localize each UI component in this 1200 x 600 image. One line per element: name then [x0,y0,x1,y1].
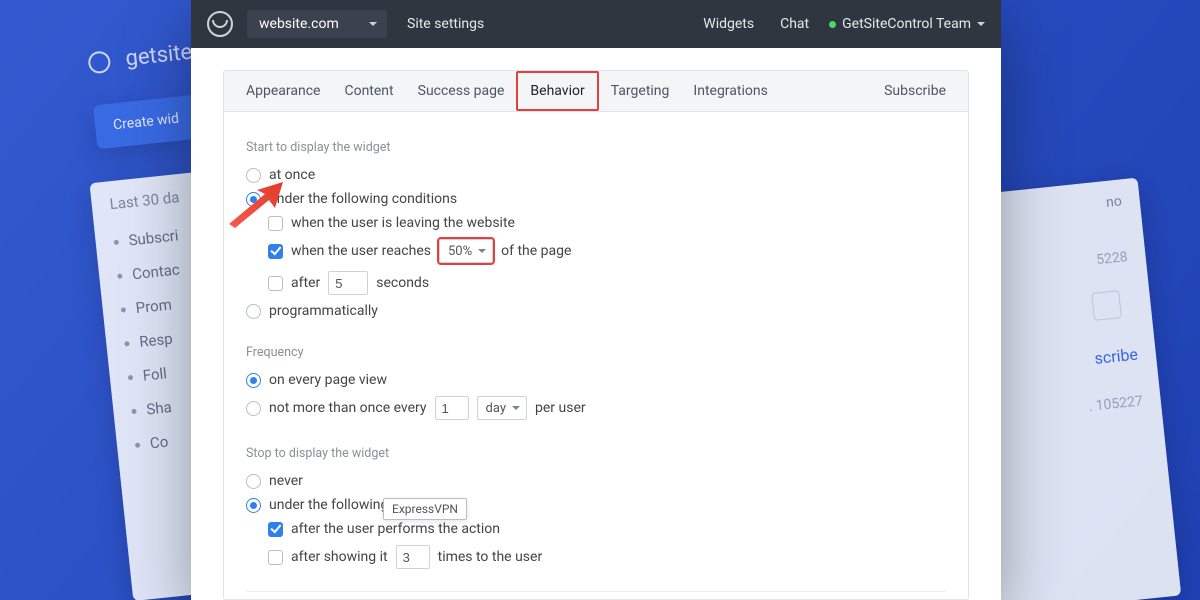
radio-icon [246,401,261,416]
start-at-once[interactable]: at once [246,163,946,187]
section-stop-title: Stop to display the widget [246,446,946,461]
site-dropdown[interactable]: website.com [247,10,387,38]
checkbox-icon [268,276,283,291]
tab-behavior[interactable]: Behavior [516,71,598,111]
start-programmatically[interactable]: programmatically [246,299,946,323]
stop-under-conditions[interactable]: under the following conditions [246,493,946,517]
tab-appearance[interactable]: Appearance [234,71,332,111]
tooltip: ExpressVPN [383,498,467,520]
trash-icon [1091,290,1122,321]
settings-panel: Appearance Content Success page Behavior… [223,70,969,600]
subscribe-link[interactable]: Subscribe [872,71,958,111]
radio-icon [246,498,261,513]
freq-count-input[interactable] [435,396,469,420]
tab-targeting[interactable]: Targeting [599,71,682,111]
scroll-percent-dropdown[interactable]: 50% [439,239,493,263]
team-dropdown[interactable]: GetSiteControl Team [829,16,985,32]
topbar: website.com Site settings Widgets Chat G… [191,0,1001,48]
cond-scroll-percent[interactable]: when the user reaches 50% of the page [246,235,946,267]
freq-every-view[interactable]: on every page view [246,368,946,392]
radio-icon [246,373,261,388]
start-under-conditions[interactable]: under the following conditions [246,187,946,211]
site-settings-link[interactable]: Site settings [401,16,490,32]
section-start-title: Start to display the widget [246,140,946,155]
panel-body: Start to display the widget at once unde… [224,112,968,599]
section-freq-title: Frequency [246,345,946,360]
tab-content[interactable]: Content [332,71,405,111]
annotation-arrow-icon [225,180,285,230]
cond-leaving[interactable]: when the user is leaving the website [246,211,946,235]
stop-after-action[interactable]: after the user performs the action [246,517,946,541]
logo-icon [207,11,233,37]
status-dot-icon [829,21,836,28]
radio-icon [246,474,261,489]
nav-widgets[interactable]: Widgets [697,16,760,32]
radio-icon [246,304,261,319]
stop-after-shows[interactable]: after showing it times to the user [246,541,946,573]
freq-limit[interactable]: not more than once every day per user [246,392,946,424]
cond-after-seconds[interactable]: after seconds [246,267,946,299]
seconds-input[interactable] [328,271,368,295]
divider [246,591,946,592]
freq-unit-dropdown[interactable]: day [477,396,527,420]
checkbox-icon [268,522,283,537]
checkbox-icon [268,550,283,565]
tab-integrations[interactable]: Integrations [681,71,779,111]
stop-never[interactable]: never [246,469,946,493]
settings-window: website.com Site settings Widgets Chat G… [191,0,1001,600]
tab-success-page[interactable]: Success page [406,71,517,111]
tabs: Appearance Content Success page Behavior… [224,71,968,112]
nav-chat[interactable]: Chat [774,16,815,32]
checkbox-icon [268,244,283,259]
show-count-input[interactable] [396,545,430,569]
